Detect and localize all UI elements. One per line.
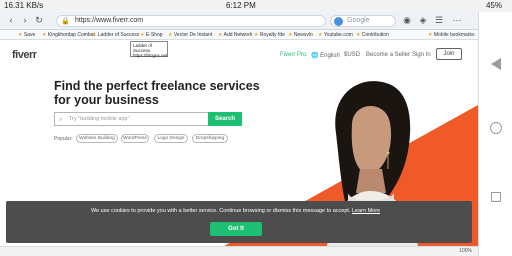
reload-icon[interactable]: ↻ <box>34 15 44 25</box>
google-icon <box>334 17 343 26</box>
system-status-bar: 16.31 KB/s 6:12 PM 45% <box>0 0 512 12</box>
bookmark-item[interactable]: ★ Ladder of Success <box>92 32 139 38</box>
browser-bottom-bar: 100% <box>0 246 478 256</box>
menu-icon[interactable]: ☰ <box>434 15 444 25</box>
learn-more-link[interactable]: Learn More <box>352 208 380 214</box>
bookmark-item[interactable]: ★ Kingkhordap Combat <box>42 32 95 38</box>
popular-chip[interactable]: WordPress <box>121 134 149 143</box>
sign-in-link[interactable]: Sign In <box>412 52 431 58</box>
hero-search-input[interactable]: ⌕ Try "building mobile app" <box>54 112 208 126</box>
language-link[interactable]: 🌐 English <box>311 52 340 59</box>
extension-icon-2[interactable]: ◈ <box>418 15 428 25</box>
cookie-message: We use cookies to provide you with a bet… <box>91 208 381 214</box>
popular-chip[interactable]: Dropshipping <box>192 134 228 143</box>
more-icon[interactable]: ⋯ <box>452 15 462 25</box>
got-it-button[interactable]: Got It <box>210 222 262 236</box>
bookmark-item[interactable]: ★ Youtube.com <box>318 32 353 38</box>
fiverr-pro-link[interactable]: Fiverr Pro <box>280 52 306 58</box>
popular-chip[interactable]: Logo Design <box>154 134 188 143</box>
bookmarks-bar: ★ Save ★ Kingkhordap Combat ★ Ladder of … <box>0 30 478 40</box>
home-nav-icon[interactable] <box>490 122 502 134</box>
zoom-level: 100% <box>459 248 472 254</box>
cookie-banner: We use cookies to provide you with a bet… <box>6 201 472 243</box>
hero-search-placeholder: Try "building mobile app" <box>69 116 130 122</box>
bookmark-item[interactable]: ★ Add Network <box>218 32 252 38</box>
android-nav-bar <box>478 12 512 256</box>
tooltip-url: https://blogns.net <box>133 53 168 58</box>
bookmark-item[interactable]: ★ Royalty fde <box>254 32 285 38</box>
battery-level: 45% <box>485 1 502 10</box>
fiverr-logo[interactable]: fiverr <box>12 49 37 61</box>
search-box[interactable]: Google <box>330 15 396 27</box>
popular-label: Popular: <box>54 136 73 142</box>
forward-icon[interactable]: › <box>20 15 30 25</box>
join-button[interactable]: Join <box>436 48 462 60</box>
back-icon[interactable]: ‹ <box>6 15 16 25</box>
bookmark-item[interactable]: ★ Newsvlo <box>288 32 313 38</box>
tooltip-title: Ladder of Success <box>133 43 153 53</box>
network-speed: 16.31 KB/s <box>4 1 44 10</box>
browser-toolbar: ‹ › ↻ 🔒 https://www.fiverr.com Google ◉ … <box>0 12 478 30</box>
popular-chip[interactable]: Website Building <box>76 134 118 143</box>
recents-nav-icon[interactable] <box>491 192 501 202</box>
currency-link[interactable]: $USD <box>344 52 360 58</box>
bookmark-item[interactable]: ★ Vector De Instant <box>168 32 212 38</box>
bookmark-item[interactable]: ★ E-Shop <box>140 32 163 38</box>
search-placeholder: Google <box>347 17 370 24</box>
search-icon: ⌕ <box>59 117 63 123</box>
bookmark-item[interactable]: ★ Mobile bookmarks <box>428 32 474 38</box>
lock-icon: 🔒 <box>61 18 70 25</box>
address-bar[interactable]: 🔒 https://www.fiverr.com <box>56 15 326 27</box>
back-nav-icon[interactable] <box>491 58 501 70</box>
become-seller-link[interactable]: Become a Seller <box>366 52 410 58</box>
hero-title: Find the perfect freelance services for … <box>54 79 260 107</box>
url-text: https://www.fiverr.com <box>75 17 144 24</box>
bookmark-tooltip: Ladder of Success https://blogns.net <box>130 41 168 58</box>
hero-search-button[interactable]: Search <box>208 112 242 126</box>
bookmark-item[interactable]: ★ Contribution <box>356 32 389 38</box>
clock: 6:12 PM <box>226 1 256 10</box>
fiverr-page: fiverr Fiverr Pro 🌐 English $USD Become … <box>0 41 478 256</box>
bookmark-item[interactable]: ★ Save <box>18 32 35 38</box>
extension-icon[interactable]: ◉ <box>402 15 412 25</box>
